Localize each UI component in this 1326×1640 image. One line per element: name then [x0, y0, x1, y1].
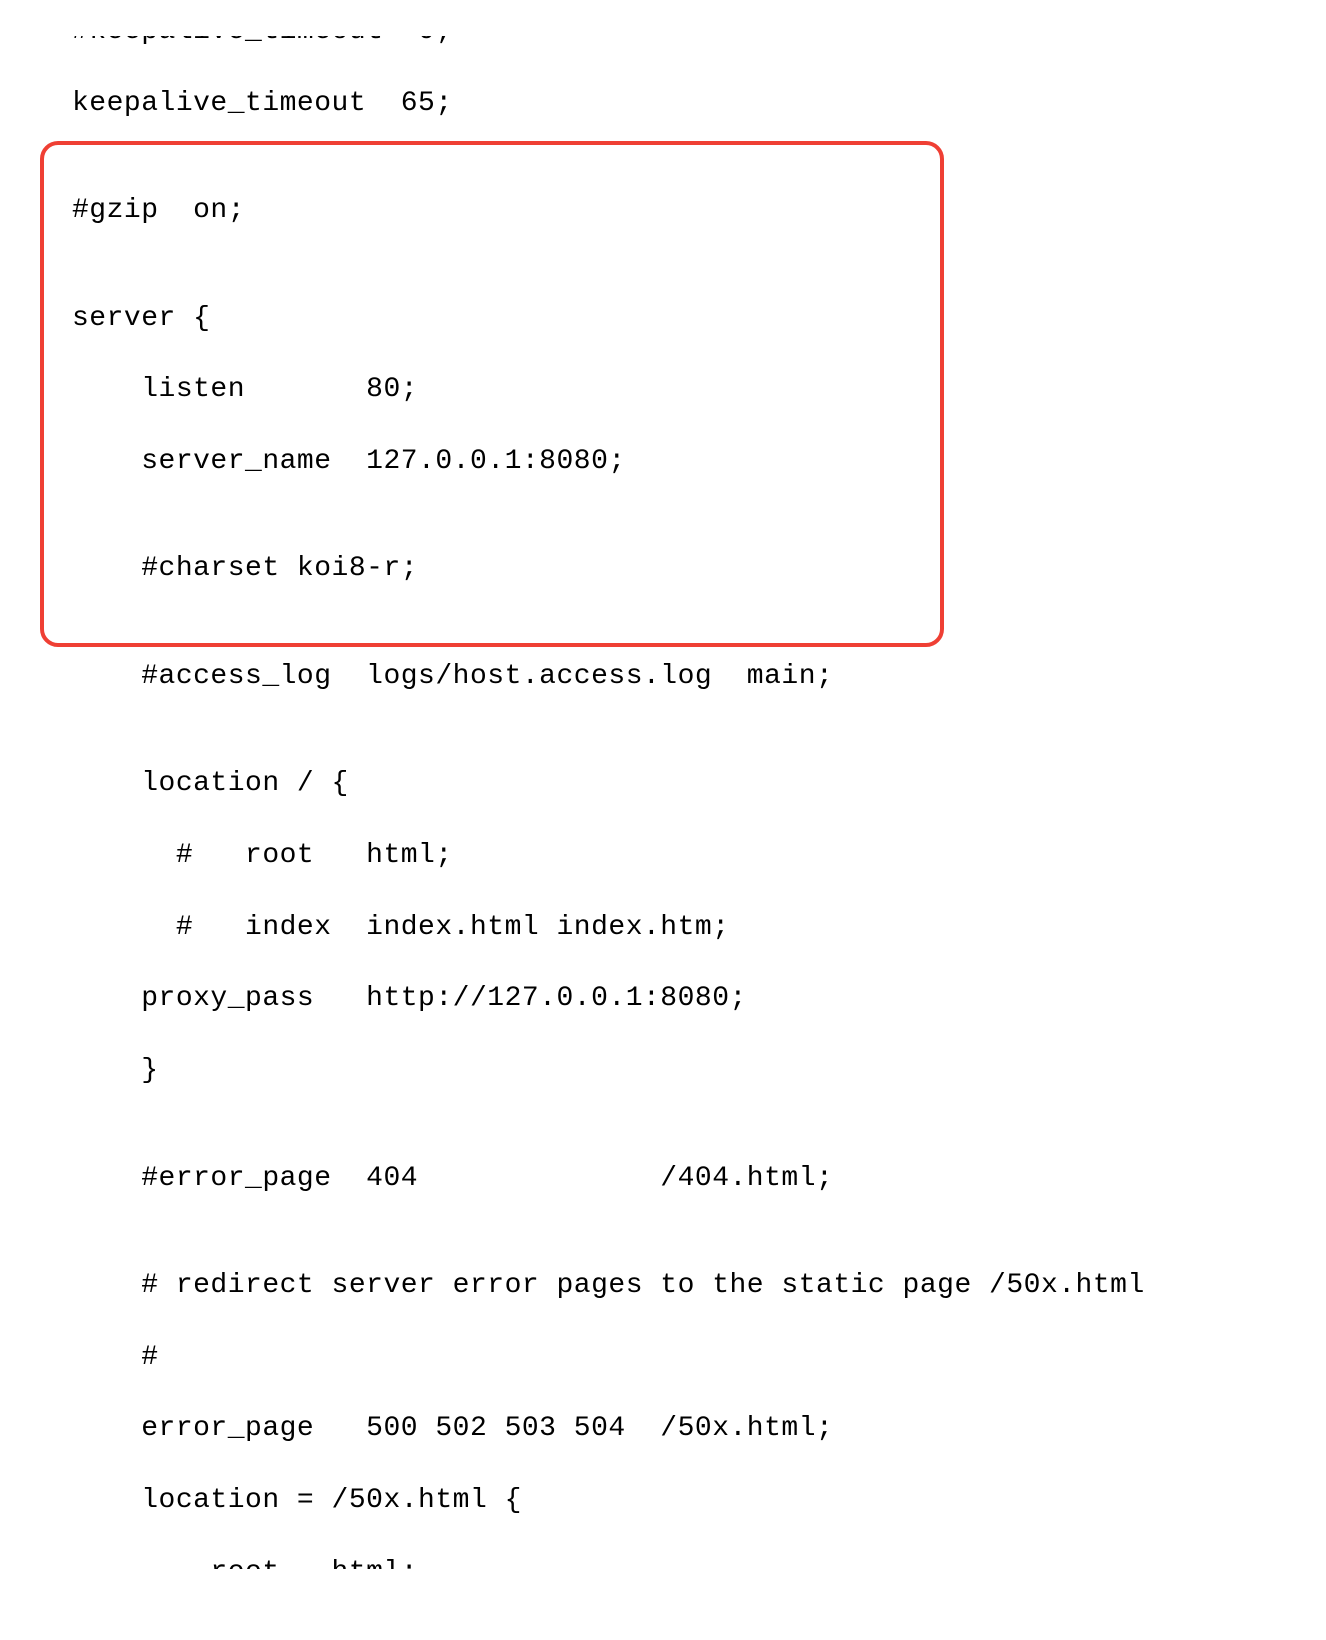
code-line: # redirect server error pages to the sta…	[72, 1268, 1326, 1304]
code-line: error_page 500 502 503 504 /50x.html;	[72, 1411, 1326, 1447]
code-line: keepalive_timeout 65;	[72, 86, 1326, 122]
code-line: #access_log logs/host.access.log main;	[72, 659, 1326, 695]
code-line: # root html;	[72, 838, 1326, 874]
code-line: #gzip on;	[72, 193, 1326, 229]
code-line: proxy_pass http://127.0.0.1:8080;	[72, 981, 1326, 1017]
code-line: location / {	[72, 766, 1326, 802]
code-line: #charset koi8-r;	[72, 551, 1326, 587]
code-line: listen 80;	[72, 372, 1326, 408]
code-line: }	[72, 1053, 1326, 1089]
code-line: # index index.html index.htm;	[72, 910, 1326, 946]
code-line: server_name 127.0.0.1:8080;	[72, 444, 1326, 480]
code-line: location = /50x.html {	[72, 1483, 1326, 1519]
code-line: #error_page 404 /404.html;	[72, 1161, 1326, 1197]
code-line: #	[72, 1340, 1326, 1376]
code-line-partial-bottom: root html;	[72, 1555, 1326, 1569]
code-line: server {	[72, 301, 1326, 337]
config-code-block: #keepalive_timeout 0; keepalive_timeout …	[0, 0, 1326, 1640]
code-line-partial-top: #keepalive_timeout 0;	[72, 36, 1326, 50]
